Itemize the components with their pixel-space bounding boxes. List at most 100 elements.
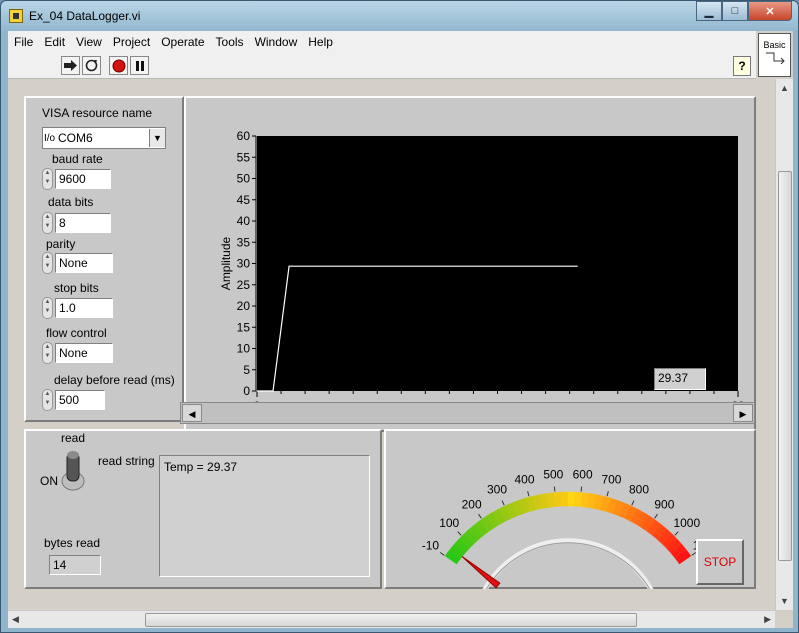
flow-control-field[interactable]: None bbox=[55, 343, 113, 363]
pause-icon[interactable] bbox=[130, 56, 149, 75]
menu-window[interactable]: Window bbox=[255, 35, 298, 49]
flow-control-stepper[interactable]: ▲ ▼ bbox=[42, 342, 53, 364]
menu-edit[interactable]: Edit bbox=[44, 35, 65, 49]
vertical-scrollbar[interactable]: ▲ ▼ bbox=[775, 79, 793, 610]
menu-help[interactable]: Help bbox=[308, 35, 333, 49]
visa-resource-label: VISA resource name bbox=[42, 106, 153, 120]
y-tick-label: 55 bbox=[237, 150, 251, 164]
y-tick-label: 10 bbox=[237, 342, 251, 356]
gauge-tick-label: 300 bbox=[487, 483, 507, 497]
vertical-scroll-thumb[interactable] bbox=[778, 171, 792, 561]
parity-stepper[interactable]: ▲ ▼ bbox=[42, 252, 53, 274]
vi-connector-icon bbox=[765, 52, 785, 65]
gauge-tick-label: 200 bbox=[462, 497, 482, 511]
delay-stepper[interactable]: ▲ ▼ bbox=[42, 389, 53, 411]
abort-execution-icon[interactable] bbox=[109, 56, 128, 75]
y-tick-label: 20 bbox=[237, 299, 251, 313]
delay-label: delay before read (ms) bbox=[54, 373, 175, 387]
y-tick-label: 0 bbox=[243, 384, 250, 398]
bytes-read-indicator: 14 bbox=[49, 555, 101, 575]
menu-file[interactable]: File bbox=[14, 35, 33, 49]
visa-resource-control[interactable]: I/o COM6 ▼ bbox=[42, 127, 166, 149]
chart-digital-display: 29.37 bbox=[654, 368, 706, 390]
y-tick-label: 25 bbox=[237, 278, 251, 292]
gauge-tick-label: 700 bbox=[601, 473, 621, 487]
data-bits-field[interactable]: 8 bbox=[55, 213, 111, 233]
gauge-tick bbox=[631, 500, 635, 506]
y-tick-label: 45 bbox=[237, 193, 251, 207]
plot-area bbox=[257, 136, 738, 391]
stop-bits-label: stop bits bbox=[54, 281, 99, 295]
run-continuously-icon[interactable] bbox=[82, 56, 101, 75]
gauge-tick-label: 600 bbox=[573, 468, 593, 482]
context-help-button[interactable]: ? bbox=[733, 56, 751, 76]
chart-scrollbar[interactable]: ◀ ▶ bbox=[180, 402, 755, 424]
gauge-tick-label: 900 bbox=[654, 497, 674, 511]
baud-rate-stepper[interactable]: ▲ ▼ bbox=[42, 168, 53, 190]
scroll-right-window-icon[interactable]: ▶ bbox=[764, 614, 771, 625]
gauge-tick-label: 800 bbox=[629, 483, 649, 497]
title-bar: Ex_04 DataLogger.vi ▁ □ ✕ bbox=[1, 1, 798, 31]
parity-field[interactable]: None bbox=[55, 253, 113, 273]
scroll-left-icon[interactable]: ◀ bbox=[182, 404, 202, 422]
menu-bar: File Edit View Project Operate Tools Win… bbox=[8, 31, 756, 53]
close-button[interactable]: ✕ bbox=[748, 1, 792, 21]
gauge-tick bbox=[457, 531, 462, 536]
chevron-down-icon[interactable]: ▼ bbox=[149, 129, 165, 147]
maximize-button[interactable]: □ bbox=[722, 1, 748, 21]
gauge-tick-label: 500 bbox=[543, 468, 563, 482]
y-tick-label: 40 bbox=[237, 214, 251, 228]
read-toggle-switch[interactable] bbox=[60, 449, 86, 495]
gauge-tick-label: -10 bbox=[422, 539, 440, 553]
stop-bits-field[interactable]: 1.0 bbox=[55, 298, 113, 318]
menu-view[interactable]: View bbox=[76, 35, 102, 49]
read-toggle-label: read bbox=[61, 431, 86, 445]
read-on-label: ON bbox=[40, 474, 58, 488]
stop-bits-stepper[interactable]: ▲ ▼ bbox=[42, 297, 53, 319]
scroll-right-icon[interactable]: ▶ bbox=[733, 404, 753, 422]
y-axis-label: Amplitude bbox=[219, 237, 233, 291]
minimize-button[interactable]: ▁ bbox=[696, 1, 722, 21]
gauge-tick bbox=[606, 491, 609, 497]
menu-project[interactable]: Project bbox=[113, 35, 150, 49]
scroll-down-icon[interactable]: ▼ bbox=[780, 596, 789, 606]
gauge-hub-shadow bbox=[485, 542, 651, 589]
baud-rate-label: baud rate bbox=[52, 152, 103, 166]
stop-button[interactable]: STOP bbox=[696, 539, 744, 585]
horizontal-scroll-thumb[interactable] bbox=[145, 613, 637, 627]
gauge-color-band-segment bbox=[567, 491, 576, 507]
visa-resource-value: COM6 bbox=[58, 131, 93, 145]
menu-tools[interactable]: Tools bbox=[216, 35, 244, 49]
horizontal-scrollbar[interactable]: ◀ ▶ bbox=[8, 610, 775, 628]
read-string-value: Temp = 29.37 bbox=[164, 460, 238, 474]
parity-label: parity bbox=[46, 237, 76, 251]
vi-icon-basic: Basic bbox=[758, 33, 791, 77]
vi-icon-basic-label: Basic bbox=[763, 40, 786, 50]
data-bits-stepper[interactable]: ▲ ▼ bbox=[42, 212, 53, 234]
gauge-color-band-segment bbox=[560, 491, 569, 507]
scroll-up-icon[interactable]: ▲ bbox=[780, 83, 789, 93]
vi-front-panel: File Edit View Project Operate Tools Win… bbox=[8, 31, 793, 628]
read-string-indicator: Temp = 29.37 bbox=[159, 455, 370, 577]
baud-rate-field[interactable]: 9600 bbox=[55, 169, 111, 189]
gauge-tick-label: 100 bbox=[439, 516, 459, 530]
y-tick-label: 60 bbox=[237, 129, 251, 143]
labview-vi-icon bbox=[9, 9, 23, 23]
gauge-tick bbox=[478, 513, 482, 519]
read-string-label: read string bbox=[98, 454, 155, 468]
window-title: Ex_04 DataLogger.vi bbox=[29, 9, 141, 23]
gauge-tick-label: 1000 bbox=[673, 516, 700, 530]
toolbar: ? bbox=[8, 53, 756, 79]
gauge-tick bbox=[674, 531, 679, 536]
menu-operate[interactable]: Operate bbox=[161, 35, 204, 49]
run-arrow-icon[interactable] bbox=[61, 56, 80, 75]
delay-field[interactable]: 500 bbox=[55, 390, 105, 410]
waveform-chart: 051015202530354045505560060TimeAmplitude bbox=[219, 129, 745, 406]
gauge-tick bbox=[439, 552, 445, 556]
scroll-left-window-icon[interactable]: ◀ bbox=[12, 614, 19, 625]
gauge-tick bbox=[527, 491, 530, 497]
y-tick-label: 35 bbox=[237, 235, 251, 249]
application-window: Ex_04 DataLogger.vi ▁ □ ✕ File Edit View… bbox=[0, 0, 799, 633]
gauge-tick bbox=[654, 513, 658, 519]
gauge-tick bbox=[501, 500, 505, 506]
